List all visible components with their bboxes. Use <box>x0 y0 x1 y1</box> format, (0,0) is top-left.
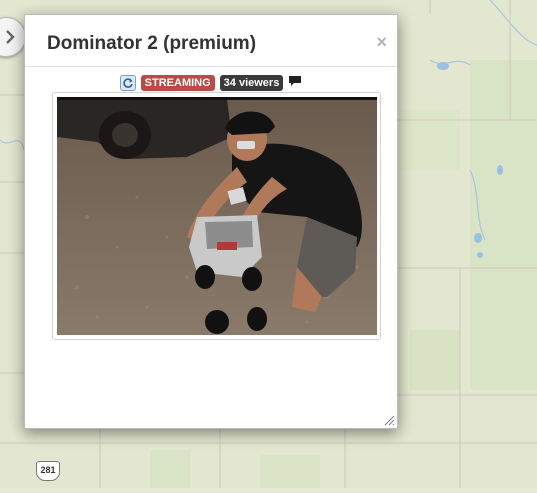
resize-handle-icon[interactable] <box>383 414 395 426</box>
video-frame <box>52 92 381 340</box>
close-icon[interactable]: × <box>376 33 387 51</box>
stream-popup[interactable]: Dominator 2 (premium) × STREAMING 34 vie… <box>24 14 398 429</box>
status-row: STREAMING 34 viewers <box>25 74 397 92</box>
header-divider <box>25 66 397 67</box>
video-frame-image <box>57 97 377 335</box>
chevron-right-icon <box>6 30 15 44</box>
chat-bubble-icon <box>289 76 302 86</box>
chat-button[interactable] <box>288 74 302 92</box>
route-shield: 281 <box>36 461 60 481</box>
refresh-icon <box>123 78 133 88</box>
viewers-badge: 34 viewers <box>219 75 284 91</box>
streaming-badge: STREAMING <box>140 75 215 91</box>
popup-title: Dominator 2 (premium) <box>47 33 257 54</box>
refresh-button[interactable] <box>119 75 136 91</box>
video-player[interactable] <box>57 97 377 335</box>
